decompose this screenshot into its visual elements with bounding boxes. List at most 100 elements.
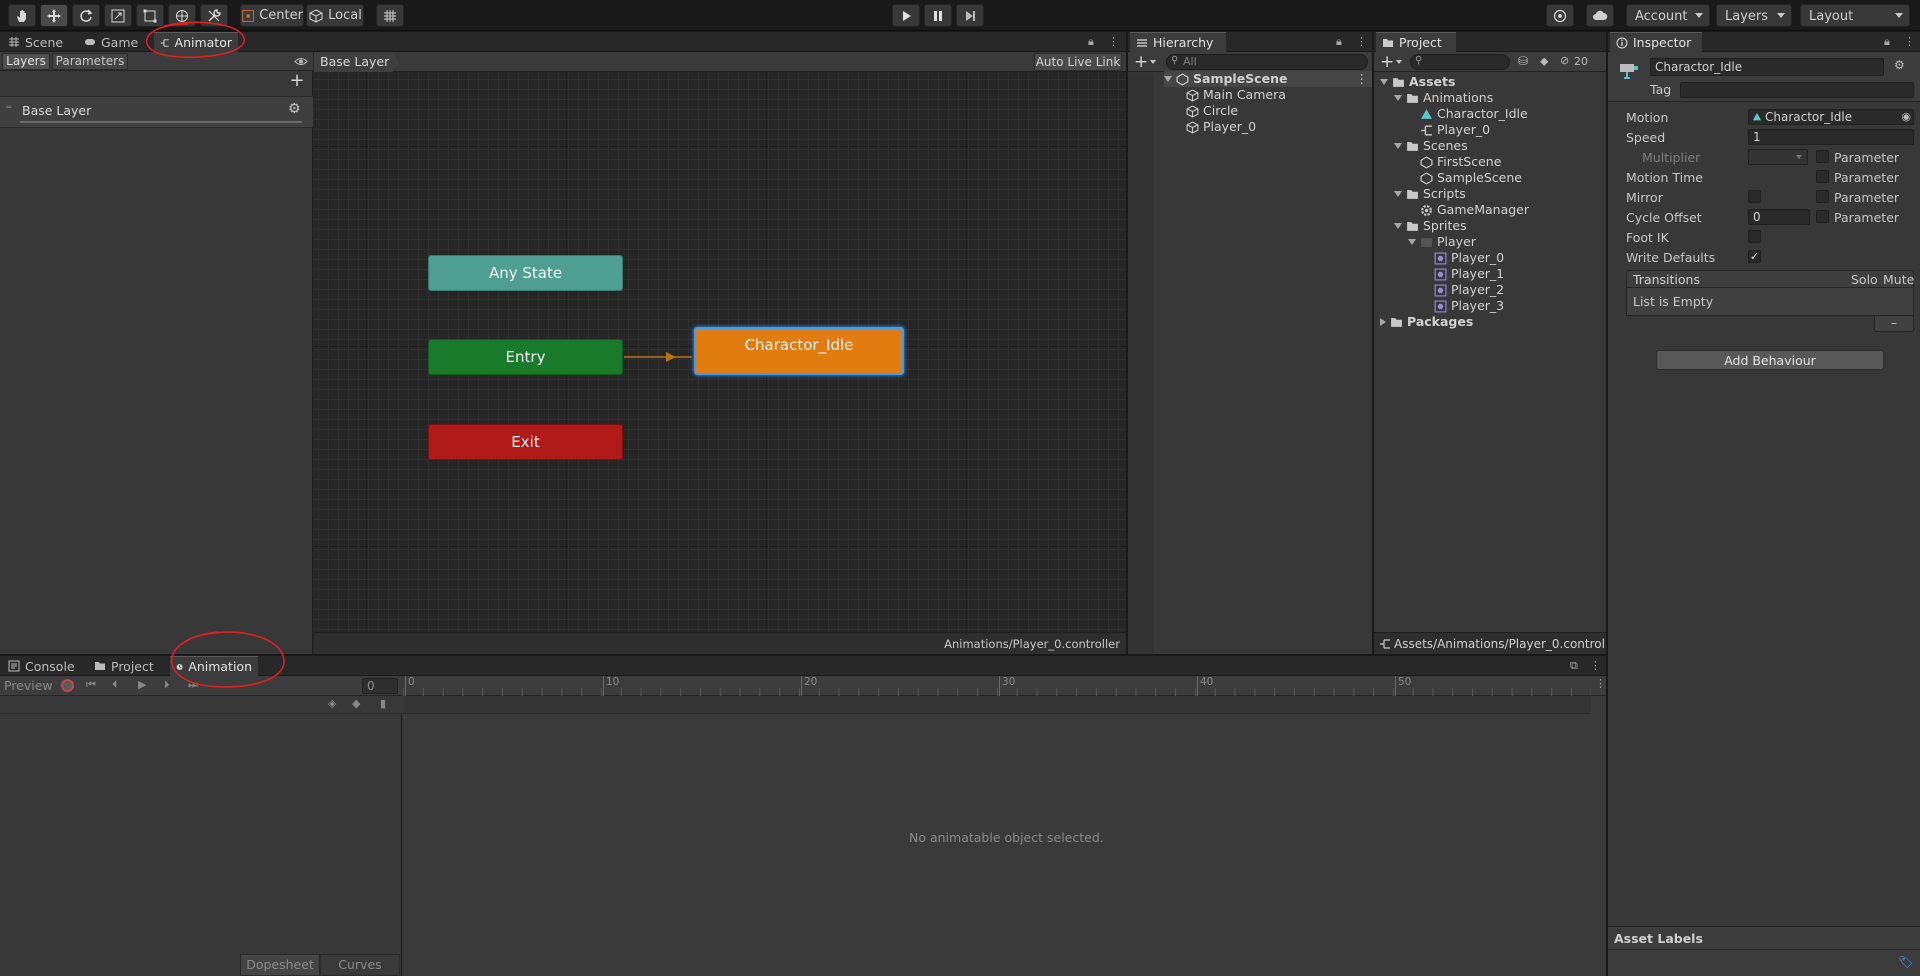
gear-icon[interactable]: ⚙︎: [288, 101, 301, 117]
account-dropdown[interactable]: Account: [1626, 4, 1710, 27]
drag-handle-icon[interactable]: ═: [6, 103, 11, 113]
asset-item[interactable]: Charactor_Idle: [1420, 106, 1528, 122]
fold-open-icon[interactable]: [1164, 76, 1172, 82]
chevron-down-icon[interactable]: [1396, 60, 1402, 64]
tab-hierarchy[interactable]: Hierarchy: [1130, 32, 1226, 52]
multiplier-dropdown[interactable]: [1748, 149, 1808, 165]
play-icon[interactable]: ▶: [138, 678, 146, 691]
tab-inspector[interactable]: Inspector: [1610, 32, 1702, 52]
asset-item[interactable]: SampleScene: [1420, 170, 1522, 186]
fold-open-icon[interactable]: [1394, 95, 1402, 101]
mirror-parameter-checkbox[interactable]: [1816, 190, 1829, 203]
filter-type-icon[interactable]: ⛁: [1518, 54, 1528, 68]
folder-assets[interactable]: Assets: [1380, 74, 1455, 90]
fold-open-icon[interactable]: [1380, 79, 1388, 85]
fold-open-icon[interactable]: [1394, 143, 1402, 149]
folder-packages[interactable]: Packages: [1380, 314, 1473, 330]
foot-ik-checkbox[interactable]: [1748, 230, 1761, 243]
play-button[interactable]: [892, 4, 920, 27]
fold-open-icon[interactable]: [1408, 239, 1416, 245]
record-icon[interactable]: [61, 679, 74, 692]
state-any-state[interactable]: Any State: [428, 255, 623, 291]
hidden-packages-icon[interactable]: ⊘: [1560, 54, 1569, 67]
label-tag-icon[interactable]: 🏷︎: [1898, 955, 1913, 969]
tab-project[interactable]: Project: [1376, 32, 1456, 52]
create-button[interactable]: +: [1134, 52, 1148, 72]
write-defaults-checkbox[interactable]: ✓: [1748, 250, 1761, 263]
animator-graph[interactable]: Base Layer Auto Live Link Any State Entr…: [314, 52, 1126, 632]
tag-field[interactable]: [1680, 82, 1914, 98]
state-charactor-idle[interactable]: Charactor_Idle: [694, 327, 904, 375]
prev-key-icon[interactable]: ⏴: [112, 678, 118, 692]
more-options-icon[interactable]: ⋮: [1904, 35, 1915, 48]
time-ruler[interactable]: 0 10 20 30 40 50 ⋮: [403, 676, 1606, 696]
tab-scene[interactable]: Scene: [2, 32, 69, 52]
lock-icon[interactable]: 🔒︎: [1088, 35, 1094, 49]
rotate-tool-button[interactable]: [72, 4, 100, 27]
filter-keyframes-icon[interactable]: ◈: [328, 697, 336, 710]
pause-button[interactable]: [924, 4, 952, 27]
hand-tool-button[interactable]: [8, 4, 36, 27]
step-button[interactable]: [956, 4, 984, 27]
more-options-icon[interactable]: ⋮: [1356, 35, 1367, 48]
eye-icon[interactable]: [294, 56, 308, 67]
folder-animations[interactable]: Animations: [1394, 90, 1493, 106]
transform-tool-button[interactable]: [168, 4, 196, 27]
project-search[interactable]: ⚲: [1410, 54, 1510, 70]
asset-item[interactable]: Player_3: [1434, 298, 1504, 314]
tab-curves[interactable]: Curves: [320, 954, 400, 976]
tab-project-bottom[interactable]: Project: [88, 656, 160, 676]
more-options-icon[interactable]: ⋮: [1590, 659, 1601, 672]
add-event-icon[interactable]: ▮: [380, 697, 386, 710]
tab-console[interactable]: Console: [2, 656, 81, 676]
asset-item[interactable]: Player_0: [1420, 122, 1490, 138]
folder-scripts[interactable]: Scripts: [1394, 186, 1466, 202]
layout-dropdown[interactable]: Layout: [1800, 4, 1910, 27]
first-key-icon[interactable]: ⏮: [86, 678, 96, 692]
timeline-area[interactable]: 0 10 20 30 40 50 ⋮ No animatable object …: [403, 676, 1606, 976]
tab-animation[interactable]: Animation: [170, 656, 258, 676]
fold-open-icon[interactable]: [1394, 191, 1402, 197]
asset-item[interactable]: GameManager: [1420, 202, 1529, 218]
scene-row[interactable]: SampleScene ⋮: [1164, 71, 1372, 87]
more-options-icon[interactable]: ⋮: [1595, 677, 1606, 690]
event-track[interactable]: [403, 696, 1591, 714]
hierarchy-search[interactable]: ⚲ All: [1166, 54, 1368, 70]
asset-item[interactable]: Player_1: [1434, 266, 1504, 282]
label-tag-icon[interactable]: ⬥: [1540, 54, 1548, 69]
last-key-icon[interactable]: ⏭: [188, 678, 198, 692]
sprite-sheet-player[interactable]: Player: [1408, 234, 1476, 250]
folder-sprites[interactable]: Sprites: [1394, 218, 1467, 234]
create-button[interactable]: +: [1380, 52, 1394, 72]
add-behaviour-button[interactable]: Add Behaviour: [1656, 350, 1884, 370]
collab-button[interactable]: [1546, 4, 1574, 27]
tab-layers[interactable]: Layers: [2, 53, 50, 70]
lock-icon[interactable]: 🔒︎: [1336, 35, 1342, 49]
motion-time-parameter-checkbox[interactable]: [1816, 170, 1829, 183]
lock-icon[interactable]: 🔒︎: [1884, 35, 1890, 49]
object-picker-icon[interactable]: ◉: [1901, 110, 1911, 124]
motion-field[interactable]: Charactor_Idle ◉: [1748, 109, 1914, 125]
pivot-local-button[interactable]: Local: [306, 4, 364, 27]
scale-tool-button[interactable]: [104, 4, 132, 27]
move-tool-button[interactable]: [40, 4, 68, 27]
asset-item[interactable]: Player_0: [1434, 250, 1504, 266]
folder-scenes[interactable]: Scenes: [1394, 138, 1468, 154]
tab-parameters[interactable]: Parameters: [52, 53, 128, 70]
cloud-button[interactable]: [1586, 4, 1614, 27]
preview-toggle[interactable]: Preview: [4, 678, 53, 693]
mirror-checkbox[interactable]: [1748, 190, 1761, 203]
custom-tools-button[interactable]: [200, 4, 228, 27]
add-layer-button[interactable]: +: [288, 72, 306, 90]
multiplier-parameter-checkbox[interactable]: [1816, 150, 1829, 163]
auto-live-link-button[interactable]: Auto Live Link: [1034, 53, 1122, 71]
pivot-center-button[interactable]: Center: [240, 4, 304, 27]
hierarchy-item[interactable]: Player_0: [1186, 119, 1256, 135]
more-options-icon[interactable]: ⋮: [1356, 71, 1369, 87]
fold-closed-icon[interactable]: [1380, 318, 1386, 326]
asset-item[interactable]: Player_2: [1434, 282, 1504, 298]
speed-field[interactable]: 1: [1748, 129, 1914, 145]
tab-dopesheet[interactable]: Dopesheet: [240, 954, 320, 976]
tab-game[interactable]: Game: [78, 32, 144, 52]
layer-item-base[interactable]: ═ Base Layer ⚙︎: [0, 96, 313, 128]
